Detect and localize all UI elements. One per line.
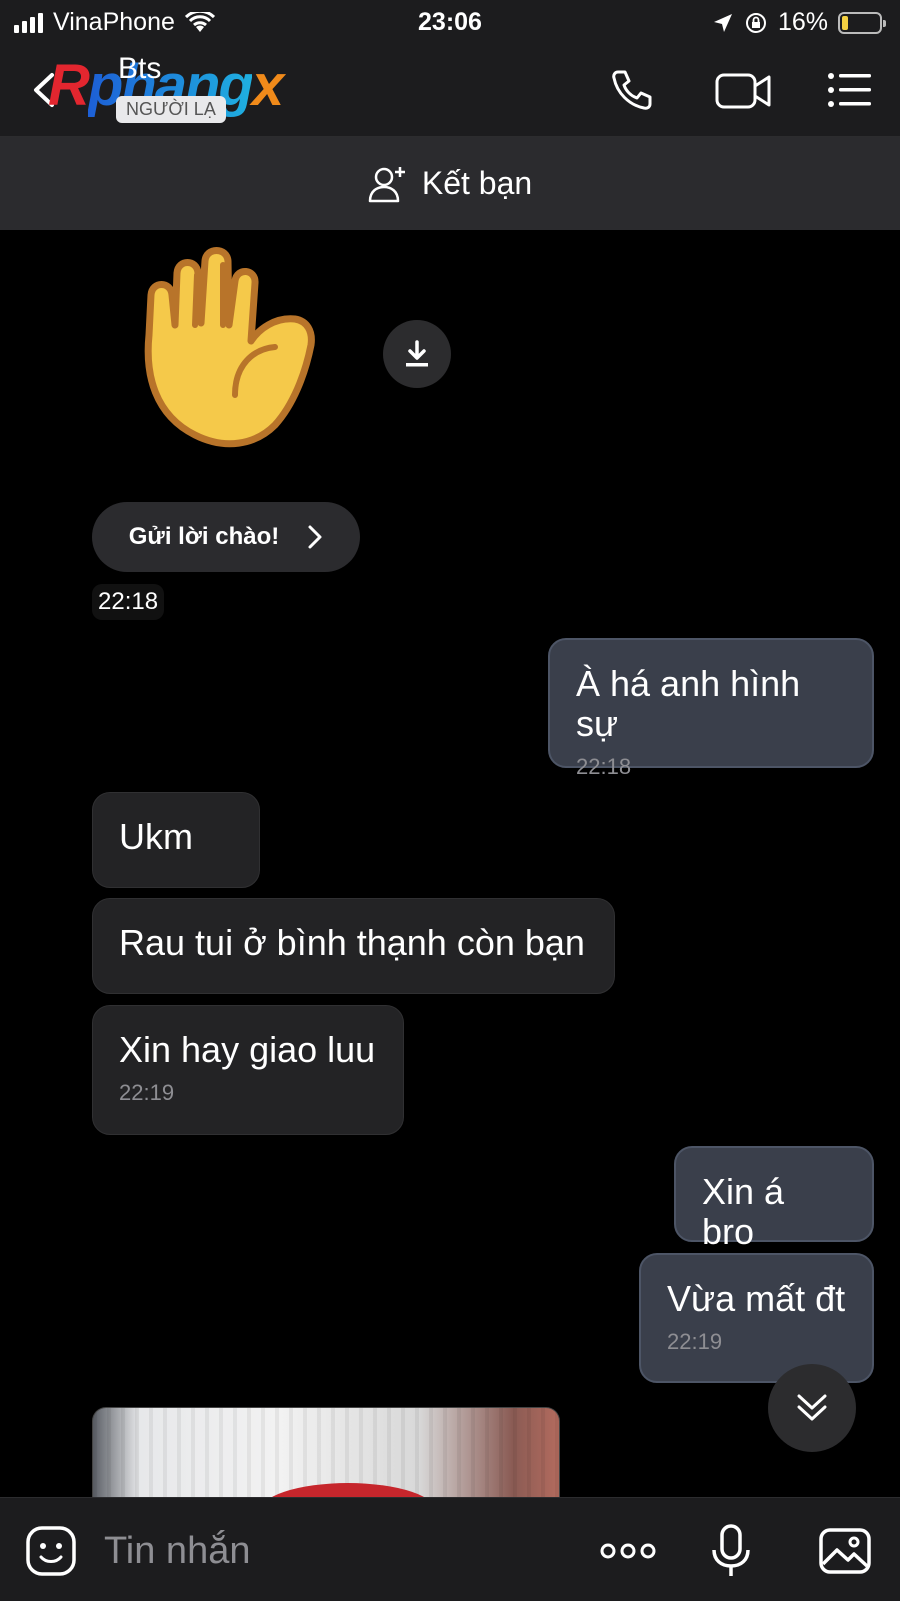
message-composer <box>0 1497 900 1601</box>
battery-level <box>842 15 848 30</box>
add-friend-label: Kết bạn <box>421 165 533 201</box>
stranger-badge: NGƯỜI LẠ <box>116 96 226 123</box>
message-bubble-incoming[interactable]: Ukm <box>92 792 260 888</box>
message-bubble-outgoing[interactable]: Vừa mất đt 22:19 <box>639 1253 874 1383</box>
photo-message[interactable] <box>92 1407 560 1501</box>
more-options-icon[interactable] <box>598 1524 658 1578</box>
download-icon <box>406 340 428 367</box>
add-friend-button[interactable]: Kết bạn <box>0 137 900 230</box>
send-greeting-button[interactable]: Gửi lời chào! <box>92 502 360 572</box>
chevron-right-icon <box>308 525 322 549</box>
phone-icon[interactable] <box>608 66 656 114</box>
battery-icon <box>838 11 886 34</box>
message-time: 22:18 <box>576 754 632 779</box>
video-camera-icon[interactable] <box>714 66 774 114</box>
message-text: À há anh hình sự <box>576 663 801 744</box>
rotation-lock-icon <box>745 12 766 33</box>
add-person-icon <box>368 166 405 202</box>
status-right: 16% <box>712 8 886 37</box>
contact-name[interactable]: Bts <box>118 52 161 86</box>
message-text: Rau tui ở bình thạnh còn bạn <box>119 922 585 963</box>
timestamp: 22:18 <box>92 584 165 620</box>
message-text: Ukm <box>119 816 193 857</box>
message-text: Xin á bro <box>702 1171 785 1252</box>
message-time: 22:19 <box>119 1080 175 1105</box>
message-text: Vừa mất đt <box>667 1278 846 1319</box>
message-input[interactable] <box>102 1522 566 1580</box>
send-greeting-label: Gửi lời chào! <box>128 523 280 550</box>
message-bubble-incoming[interactable]: Rau tui ở bình thạnh còn bạn <box>92 898 615 994</box>
message-bubble-incoming[interactable]: Xin hay giao luu 22:19 <box>92 1005 404 1135</box>
sticker-icon[interactable] <box>24 1524 78 1578</box>
message-bubble-outgoing[interactable]: Xin á bro <box>674 1146 874 1252</box>
battery-percent: 16% <box>777 8 828 36</box>
location-arrow-icon <box>713 13 732 32</box>
menu-list-icon[interactable] <box>826 66 874 114</box>
message-bubble-outgoing[interactable]: À há anh hình sự 22:18 <box>548 638 874 779</box>
download-button[interactable] <box>383 320 451 388</box>
message-text: Xin hay giao luu <box>119 1029 376 1070</box>
microphone-icon[interactable] <box>704 1524 758 1578</box>
status-bar: VinaPhone 23:06 16% <box>0 0 900 44</box>
double-chevron-down-icon <box>797 1394 827 1421</box>
chat-header: Rphangx Bts NGƯỜI LẠ <box>0 44 900 137</box>
scroll-to-bottom-button[interactable] <box>768 1364 856 1452</box>
image-gallery-icon[interactable] <box>818 1524 872 1578</box>
waving-hand-sticker <box>144 247 315 448</box>
message-time: 22:19 <box>667 1329 723 1354</box>
